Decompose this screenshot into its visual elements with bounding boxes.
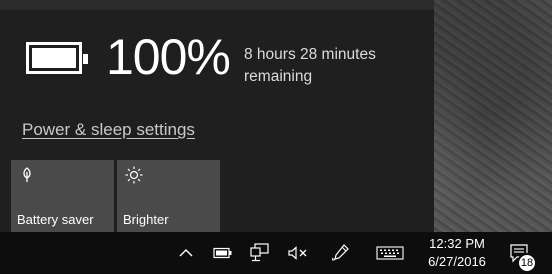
battery-saver-tile[interactable]: Battery saver [11,160,114,233]
clock-date: 6/27/2016 [428,254,486,269]
power-sleep-settings-link[interactable]: Power & sleep settings [22,120,195,140]
brightness-icon [125,166,143,184]
battery-flyout: 100% 8 hours 28 minutes remaining Power … [0,0,434,233]
battery-terminal [83,54,88,64]
pen-icon[interactable] [330,241,352,265]
taskbar: 12:32 PM 6/27/2016 [0,232,552,274]
clock[interactable]: 12:32 PM 6/27/2016 [410,235,504,271]
battery-saver-label: Battery saver [17,212,94,227]
battery-percentage: 100% [106,29,231,85]
brighter-label: Brighter [123,212,169,227]
battery-saver-icon [19,166,35,182]
battery-time-remaining: 8 hours 28 minutes remaining [244,46,376,85]
clock-time: 12:32 PM [429,236,485,251]
battery-fill [32,48,76,68]
volume-muted-icon[interactable] [287,241,311,265]
keyboard-icon[interactable] [375,241,405,265]
brighter-tile[interactable]: Brighter [117,160,220,233]
battery-icon[interactable] [212,241,234,265]
notification-count-badge: 18 [517,253,537,273]
battery-full-icon [26,42,88,74]
chevron-up-icon[interactable] [176,241,196,265]
network-icon[interactable] [249,241,273,265]
